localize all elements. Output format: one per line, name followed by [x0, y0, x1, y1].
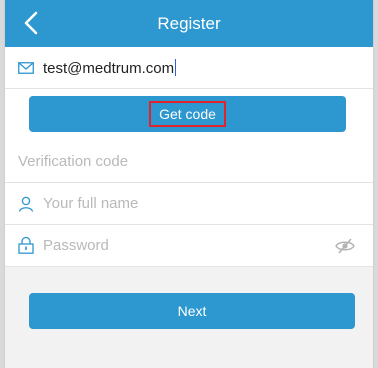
next-button[interactable]: Next: [29, 293, 355, 329]
email-field[interactable]: test@medtrum.com: [5, 47, 373, 89]
name-placeholder: Your full name: [43, 195, 139, 212]
user-icon: [18, 196, 34, 212]
email-value: test@medtrum.com: [43, 60, 175, 77]
text-caret: [175, 59, 177, 76]
page-title: Register: [157, 14, 221, 33]
verification-placeholder: Verification code: [18, 153, 129, 170]
full-name-field[interactable]: Your full name: [5, 183, 373, 225]
eye-off-icon[interactable]: [335, 238, 355, 254]
highlight-box: Get code: [149, 101, 226, 127]
get-code-button[interactable]: Get code: [29, 96, 346, 132]
password-field[interactable]: Password: [5, 225, 373, 267]
lock-icon: [18, 237, 34, 254]
mail-icon: [18, 62, 34, 74]
top-bar: Register: [5, 0, 373, 47]
get-code-area: Get code: [5, 89, 373, 141]
verification-code-field[interactable]: Verification code: [5, 141, 373, 183]
password-placeholder: Password: [43, 237, 109, 254]
next-label: Next: [177, 303, 207, 319]
get-code-label: Get code: [159, 106, 216, 122]
register-screen: Register test@medtrum.com Get code Verif…: [4, 0, 374, 368]
